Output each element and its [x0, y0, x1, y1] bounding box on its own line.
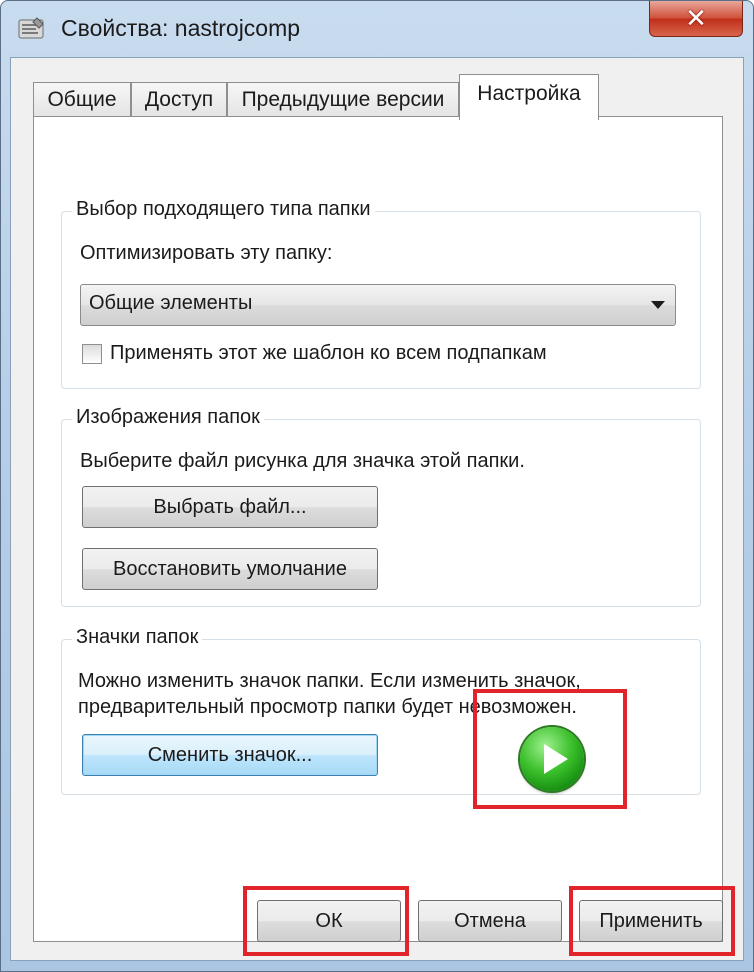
properties-icon: [18, 17, 44, 39]
folder-type-group: Выбор подходящего типа папки Оптимизиров…: [61, 198, 701, 389]
cancel-button[interactable]: Отмена: [418, 900, 562, 942]
folder-type-dropdown[interactable]: Общие элементы: [80, 284, 676, 326]
highlight-box-preview: [473, 689, 627, 809]
apply-template-label: Применять этот же шаблон ко всем подпапк…: [110, 342, 547, 364]
tab-previous-versions[interactable]: Предыдущие версии: [227, 82, 459, 118]
window-title: Свойства: nastrojcomp: [61, 15, 301, 41]
close-button[interactable]: ✕: [649, 1, 743, 37]
highlight-box-ok: [243, 886, 409, 956]
chevron-down-icon: [651, 301, 665, 309]
title-bar[interactable]: Свойства: nastrojcomp ✕: [1, 1, 753, 57]
change-icon-button[interactable]: Сменить значок...: [82, 734, 378, 776]
folder-icons-legend: Значки папок: [72, 626, 203, 649]
folder-pictures-description: Выберите файл рисунка для значка этой па…: [80, 450, 525, 472]
properties-window: Свойства: nastrojcomp ✕ Общие Доступ Пре…: [0, 0, 754, 972]
optimize-label: Оптимизировать эту папку:: [80, 242, 333, 264]
customize-panel: Выбор подходящего типа папки Оптимизиров…: [33, 116, 723, 942]
close-icon: ✕: [685, 3, 707, 33]
restore-default-button[interactable]: Восстановить умолчание: [82, 548, 378, 590]
folder-type-legend: Выбор подходящего типа папки: [72, 198, 375, 221]
dropdown-value: Общие элементы: [89, 292, 253, 314]
choose-file-button[interactable]: Выбрать файл...: [82, 486, 378, 528]
tab-customize[interactable]: Настройка: [459, 74, 599, 120]
apply-template-checkbox[interactable]: [82, 344, 102, 364]
tab-general[interactable]: Общие: [33, 82, 131, 118]
tab-sharing[interactable]: Доступ: [131, 82, 227, 118]
highlight-box-apply: [569, 886, 735, 956]
folder-pictures-legend: Изображения папок: [72, 406, 264, 429]
folder-pictures-group: Изображения папок Выберите файл рисунка …: [61, 406, 701, 607]
dialog-client-area: Общие Доступ Предыдущие версии Настройка…: [10, 57, 744, 961]
